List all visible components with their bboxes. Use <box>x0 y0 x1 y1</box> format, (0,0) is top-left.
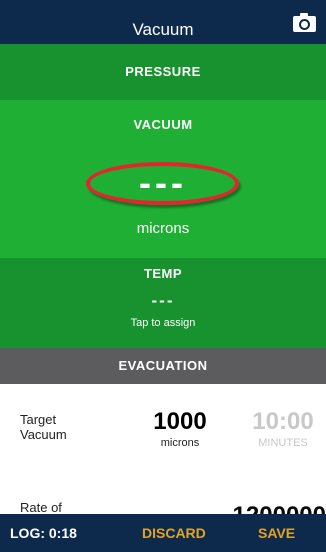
vacuum-label: VACUUM <box>133 117 193 132</box>
page-title: Vacuum <box>132 20 194 39</box>
target-vacuum-label: Target Vacuum <box>20 412 67 442</box>
evacuation-header: EVACUATION <box>0 348 326 384</box>
target-vacuum-value[interactable]: 1000 <box>140 408 220 436</box>
temp-label: TEMP <box>143 266 183 281</box>
log-timer: LOG: 0:18 <box>10 525 77 541</box>
temp-section[interactable]: TEMP --- Tap to assign <box>0 258 326 348</box>
discard-button[interactable]: DISCARD <box>142 514 206 552</box>
nav-bar: Vacuum <box>0 0 326 44</box>
vacuum-unit: microns <box>136 220 190 237</box>
temp-reading: --- <box>151 291 175 310</box>
timer-value[interactable]: 10:00 <box>240 408 326 436</box>
rate-label: Rate of <box>20 500 62 515</box>
pressure-section[interactable]: PRESSURE <box>0 44 326 100</box>
evacuation-label: EVACUATION <box>118 358 208 373</box>
target-vacuum-unit: microns <box>160 437 200 449</box>
save-button[interactable]: SAVE <box>258 514 295 552</box>
temp-hint: Tap to assign <box>130 317 196 329</box>
camera-icon[interactable] <box>293 13 316 32</box>
pressure-label: PRESSURE <box>125 64 201 79</box>
highlight-ellipse <box>86 162 239 205</box>
bottom-toolbar: LOG: 0:18 DISCARD SAVE <box>0 514 326 552</box>
timer-unit: MINUTES <box>258 437 308 449</box>
